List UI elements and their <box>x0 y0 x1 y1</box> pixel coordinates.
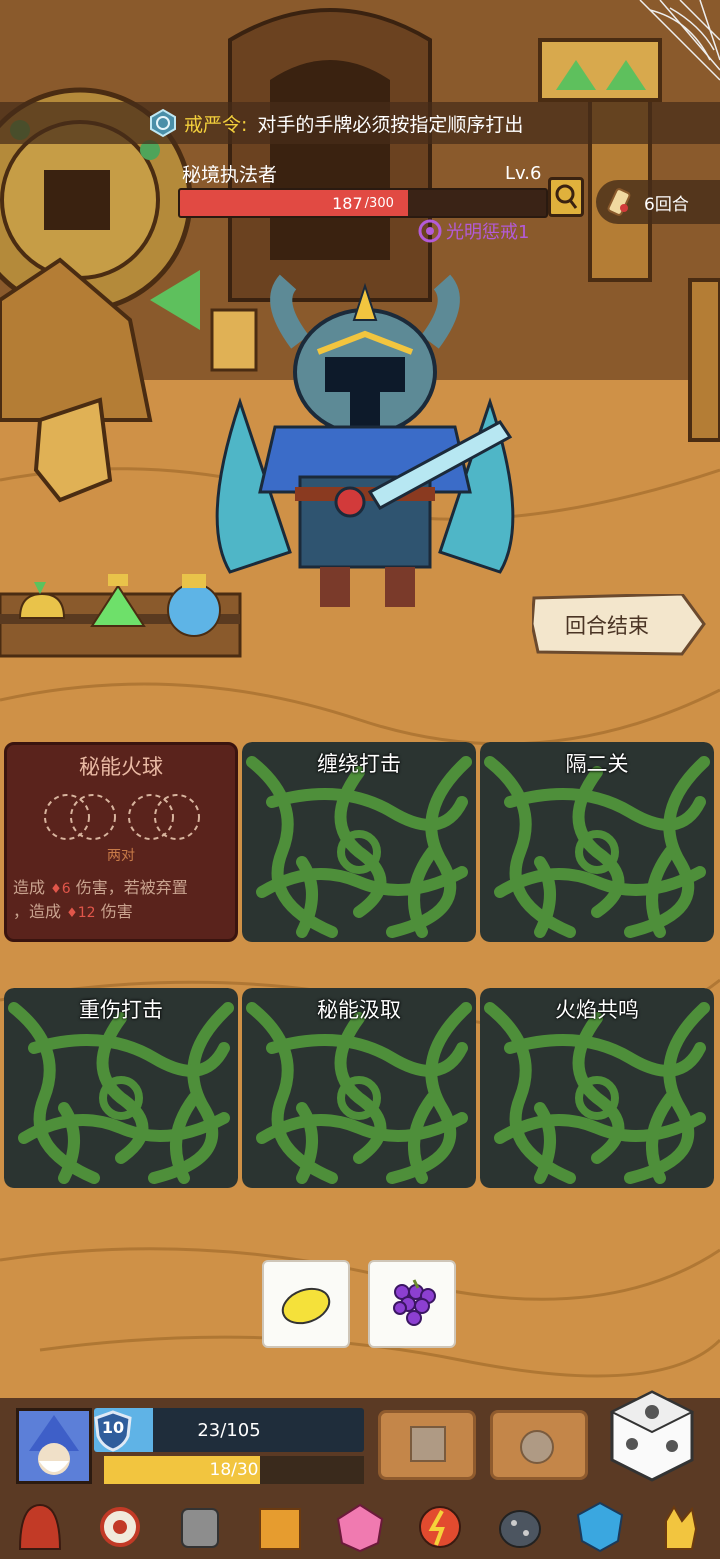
card-damage-b: 12 <box>77 905 96 921</box>
card-title: 秘能火球 <box>79 755 163 779</box>
card-flame-resonance[interactable]: 火焰共鸣 <box>480 988 714 1188</box>
turn-counter: 6回合 <box>596 180 720 224</box>
enemy-knight-sprite[interactable] <box>200 262 530 612</box>
turn-label: 6回合 <box>644 194 689 215</box>
dice-slot-icons <box>44 794 200 840</box>
glove-icon[interactable] <box>652 1499 708 1555</box>
player-hp-text: 23/105 <box>197 1419 261 1441</box>
reroll-die-button[interactable] <box>608 1388 696 1484</box>
card-title: 缠绕打击 <box>317 752 401 776</box>
player-hp-bar: 23/105 <box>94 1408 364 1452</box>
card-title: 隔二关 <box>565 752 629 776</box>
enemy-status[interactable]: 光明惩戒1 <box>418 218 529 244</box>
die-icon <box>609 1390 695 1482</box>
whistle-icon <box>520 1430 554 1464</box>
card-description: 造成 ♦6 伤害，若被弃置 ，造成 ♦12 伤害 <box>13 877 235 925</box>
cube-icon <box>410 1426 446 1462</box>
enemy-hp-current: 187 <box>332 193 363 213</box>
card-title: 重伤打击 <box>79 998 163 1022</box>
green-potion-icon <box>18 582 66 619</box>
lemon-icon <box>281 1287 331 1325</box>
skill-slot-1[interactable] <box>378 1410 476 1480</box>
card-text-c: ，造成 <box>13 902 62 921</box>
enemy-level: Lv.6 <box>505 163 542 184</box>
card-text-a: 造成 <box>13 878 46 897</box>
crystal-die-icon[interactable] <box>332 1499 388 1555</box>
game-scene: 戒严令: 对手的手牌必须按指定顺序打出 秘境执法者 Lv.6 187 /300 … <box>0 0 720 1559</box>
relic-bar <box>0 1494 720 1559</box>
enemy-hp-bar: 187 /300 <box>178 188 548 218</box>
player-level-badge: 10 <box>94 1410 132 1452</box>
enemy-hp-max: /300 <box>364 195 394 211</box>
fire-icon: ♦ <box>66 906 78 921</box>
decree-banner: 戒严令: 对手的手牌必须按指定顺序打出 <box>0 102 720 144</box>
decree-text: 对手的手牌必须按指定顺序打出 <box>257 113 524 136</box>
spiral-emblem-icon <box>148 108 178 138</box>
card-arcane-drain[interactable]: 秘能汲取 <box>242 988 476 1188</box>
decree-label: 戒严令: <box>184 113 248 136</box>
purple-swirl-icon <box>418 219 442 243</box>
card-title: 秘能汲取 <box>317 998 401 1022</box>
flaming-eye-icon[interactable] <box>92 1499 148 1555</box>
spotted-stone-icon[interactable] <box>492 1499 548 1555</box>
card-arcane-fireball[interactable]: 秘能火球 两对 造成 ♦6 伤害，若被弃置 ，造成 ♦12 伤害 <box>4 742 238 942</box>
magnifier-icon <box>555 184 578 209</box>
wizard-portrait-icon <box>29 1415 79 1475</box>
lightning-orb-icon[interactable] <box>412 1499 468 1555</box>
sweater-icon[interactable] <box>252 1499 308 1555</box>
dice-tile-lemon[interactable] <box>262 1260 350 1348</box>
card-title: 火焰共鸣 <box>555 998 639 1022</box>
skill-slot-2[interactable] <box>490 1410 588 1480</box>
dice-tile-grape[interactable] <box>368 1260 456 1348</box>
iron-pot-icon[interactable] <box>172 1499 228 1555</box>
card-text-d: 伤害 <box>100 902 133 921</box>
red-hood-icon[interactable] <box>12 1499 68 1555</box>
player-energy-text: 18/30 <box>209 1460 259 1480</box>
card-dice-requirement: 两对 <box>107 848 135 864</box>
card-entangle-strike[interactable]: 缠绕打击 <box>242 742 476 942</box>
card-skip-two[interactable]: 隔二关 <box>480 742 714 942</box>
player-avatar[interactable] <box>16 1408 92 1484</box>
card-text-b: 伤害，若被弃置 <box>75 878 188 897</box>
grape-icon <box>393 1279 436 1326</box>
enemy-name: 秘境执法者 <box>182 164 278 186</box>
player-level: 10 <box>101 1418 125 1437</box>
fire-icon: ♦ <box>50 882 62 897</box>
end-turn-label: 回合结束 <box>565 614 649 638</box>
enemy-status-text: 光明惩戒1 <box>446 222 530 243</box>
scroll-icon <box>607 188 631 216</box>
magnifier-button[interactable] <box>548 177 584 217</box>
blue-shield-gem-icon[interactable] <box>572 1499 628 1555</box>
card-damage-a: 6 <box>61 881 71 897</box>
end-turn-button[interactable]: 回合结束 <box>532 594 706 656</box>
player-energy-bar: 18/30 <box>104 1456 364 1484</box>
card-heavy-strike[interactable]: 重伤打击 <box>4 988 238 1188</box>
